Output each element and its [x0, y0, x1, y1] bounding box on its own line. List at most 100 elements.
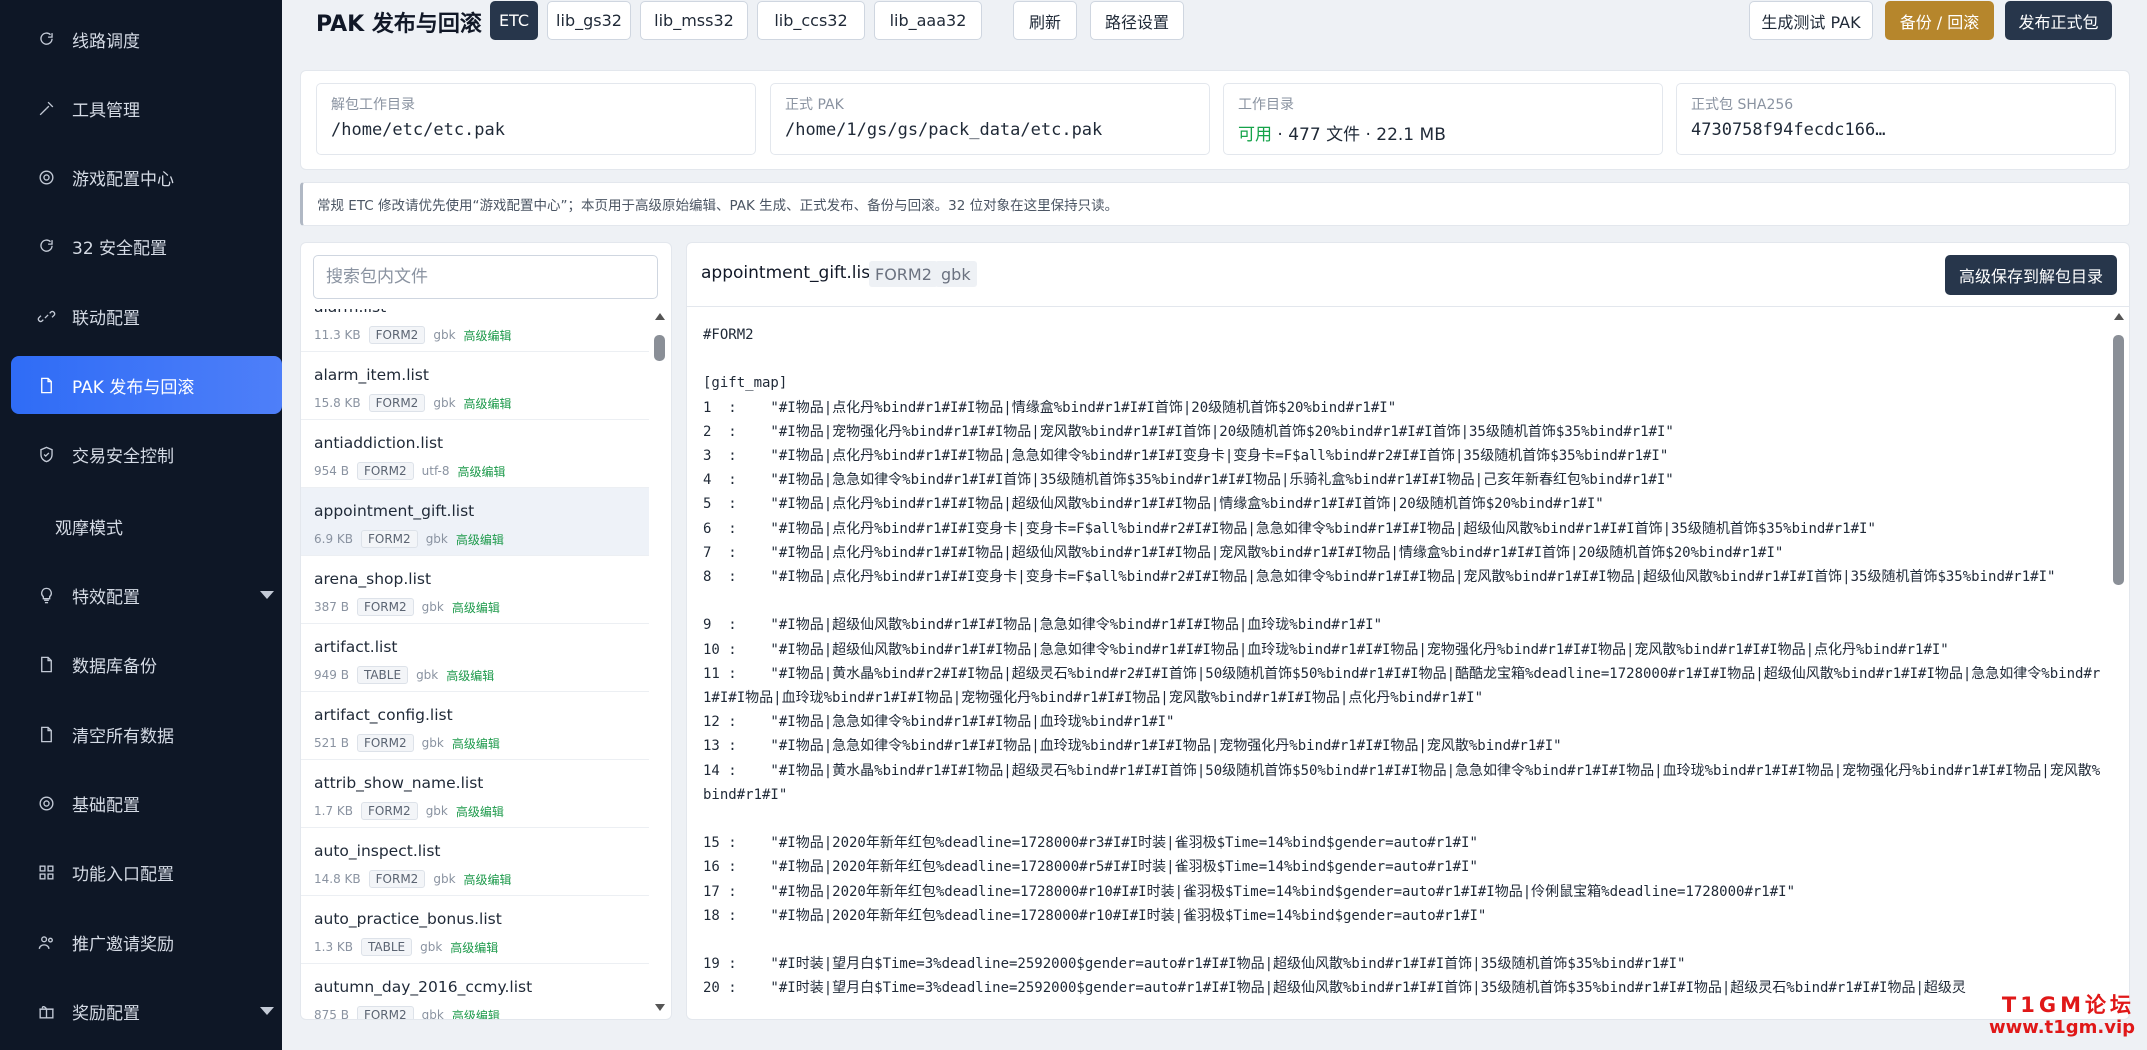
sidebar-item-2[interactable]: 游戏配置中心 [11, 148, 282, 206]
editor-header: appointment_gift.list FORM2 gbk 高级保存到解包目… [687, 243, 2129, 307]
file-name: autumn_day_2016_ccmy.list [314, 978, 533, 996]
file-search-input[interactable] [313, 255, 658, 299]
advanced-edit-link[interactable]: 高级编辑 [452, 735, 500, 752]
sidebar-item-12[interactable]: 功能入口配置 [11, 843, 282, 901]
sidebar-item-1[interactable]: 工具管理 [11, 79, 282, 137]
file-row[interactable]: attrib_show_name.list 1.7 KB FORM2 gbk 高级编辑 [301, 760, 649, 828]
file-list-panel: alarm.list11.3 KBFORM2gbk高级编辑alarm_item.… [300, 242, 672, 1020]
file-name: appointment_gift.list [314, 502, 475, 520]
file-format-badge: FORM2 [368, 394, 426, 412]
file-format-badge: FORM2 [356, 1006, 414, 1019]
advanced-edit-link[interactable]: 高级编辑 [464, 871, 512, 888]
sidebar-item-label: PAK 发布与回滚 [72, 377, 195, 398]
sidebar-item-10[interactable]: 清空所有数据 [11, 705, 282, 763]
file-encoding: gbk [433, 872, 456, 886]
file-row[interactable]: artifact.list 949 B TABLE gbk 高级编辑 [301, 624, 649, 692]
file-size: 15.8 KB [314, 396, 361, 410]
chevron-down-icon[interactable] [260, 1007, 274, 1015]
scroll-up-arrow-icon[interactable] [655, 313, 665, 320]
editor-scrollbar[interactable] [2113, 313, 2125, 1013]
link-icon [34, 304, 58, 328]
file-encoding: gbk [425, 804, 448, 818]
sidebar-item-label: 清空所有数据 [72, 726, 174, 747]
sidebar-item-7[interactable]: 观摩模式 [11, 497, 282, 555]
advanced-edit-link[interactable]: 高级编辑 [464, 327, 512, 344]
sidebar-item-label: 特效配置 [72, 587, 140, 608]
file-row[interactable]: alarm_item.list 15.8 KB FORM2 gbk 高级编辑 [301, 352, 649, 420]
file-encoding: gbk [421, 1008, 444, 1020]
sidebar-item-4[interactable]: 联动配置 [11, 287, 282, 345]
file-row[interactable]: antiaddiction.list 954 B FORM2 utf-8 高级编辑 [301, 420, 649, 488]
file-encoding: gbk [421, 600, 444, 614]
editor-scroll-up-icon[interactable] [2114, 313, 2124, 320]
bulb-icon [34, 583, 58, 607]
scroll-down-arrow-icon[interactable] [655, 1004, 665, 1011]
file-meta: 1.7 KB FORM2 gbk 高级编辑 [314, 802, 504, 820]
sidebar-item-8[interactable]: 特效配置 [11, 566, 282, 624]
build-test-pak-button[interactable]: 生成测试 PAK [1749, 1, 1873, 40]
file-format-badge: FORM2 [368, 326, 426, 344]
watermark: T1GM论坛 www.t1gm.vip [1989, 993, 2135, 1039]
sidebar-item-0[interactable]: 线路调度 [11, 10, 282, 68]
advanced-edit-link[interactable]: 高级编辑 [450, 939, 498, 956]
advanced-edit-link[interactable]: 高级编辑 [456, 531, 504, 548]
unpack-dir-card: 解包工作目录 /home/etc/etc.pak [316, 83, 756, 155]
sidebar-item-6[interactable]: 交易安全控制 [11, 425, 282, 483]
publish-button[interactable]: 发布正式包 [2005, 1, 2112, 40]
file-row[interactable]: artifact_config.list 521 B FORM2 gbk 高级编辑 [301, 692, 649, 760]
file-format-badge: FORM2 [368, 870, 426, 888]
file-row[interactable]: auto_practice_bonus.list 1.3 KB TABLE gbk 高级… [301, 896, 649, 964]
file-meta: 11.3 KB FORM2 gbk 高级编辑 [314, 326, 512, 344]
editor-scroll-thumb[interactable] [2113, 335, 2124, 585]
tab-lib-ccs32[interactable]: lib_ccs32 [757, 1, 865, 40]
sidebar-item-14[interactable]: 奖励配置 [11, 982, 282, 1040]
path-settings-button[interactable]: 路径设置 [1090, 1, 1184, 40]
file-row[interactable]: autumn_day_2016_ccmy.list 875 B FORM2 gbk 高级… [301, 964, 649, 1020]
refresh-icon [34, 27, 58, 51]
advanced-edit-link[interactable]: 高级编辑 [452, 599, 500, 616]
tab-lib-aaa32[interactable]: lib_aaa32 [874, 1, 982, 40]
file-encoding: gbk [433, 396, 456, 410]
page-title: PAK 发布与回滚 [316, 12, 482, 37]
sidebar-item-5[interactable]: PAK 发布与回滚 [11, 356, 282, 414]
formal-pak-label: 正式 PAK [785, 97, 844, 113]
code-editor[interactable]: #FORM2 [gift_map] 1 : "#I物品|点化丹%bind#r1#I… [703, 323, 2103, 1013]
sidebar-item-3[interactable]: 32 安全配置 [11, 217, 282, 275]
tab-lib-gs32[interactable]: lib_gs32 [547, 1, 631, 40]
advanced-edit-link[interactable]: 高级编辑 [446, 667, 494, 684]
file-meta: 875 B FORM2 gbk 高级编辑 [314, 1006, 500, 1020]
file-list-scrollbar[interactable] [654, 313, 666, 1011]
file-name: auto_practice_bonus.list [314, 910, 502, 928]
code-line: 5 : "#I物品|点化丹%bind#r1#I#I物品|超级仙风散%bind#r… [703, 496, 1604, 513]
encoding-tag: gbk [935, 261, 977, 287]
file-size: 875 B [314, 1008, 349, 1020]
file-row[interactable]: arena_shop.list 387 B FORM2 gbk 高级编辑 [301, 556, 649, 624]
advanced-save-button[interactable]: 高级保存到解包目录 [1945, 255, 2117, 295]
backup-rollback-button[interactable]: 备份 / 回滚 [1885, 1, 1994, 40]
advanced-edit-link[interactable]: 高级编辑 [464, 395, 512, 412]
file-meta: 6.9 KB FORM2 gbk 高级编辑 [314, 530, 504, 548]
workdir-status: 可用 [1238, 125, 1272, 145]
advanced-edit-link[interactable]: 高级编辑 [456, 803, 504, 820]
file-row[interactable]: alarm.list 11.3 KB FORM2 gbk 高级编辑 [301, 309, 649, 352]
file-size: 387 B [314, 600, 349, 614]
file-meta: 15.8 KB FORM2 gbk 高级编辑 [314, 394, 512, 412]
file-row[interactable]: appointment_gift.list 6.9 KB FORM2 gbk 高级编辑 [301, 488, 649, 556]
gear-icon [34, 791, 58, 815]
tab-lib-mss32[interactable]: lib_mss32 [640, 1, 748, 40]
advanced-edit-link[interactable]: 高级编辑 [457, 463, 505, 480]
chevron-down-icon[interactable] [260, 591, 274, 599]
file-format-badge: TABLE [356, 666, 409, 684]
sidebar-item-13[interactable]: 推广邀请奖励 [11, 913, 282, 971]
sidebar-item-9[interactable]: 数据库备份 [11, 635, 282, 693]
sidebar-item-label: 奖励配置 [72, 1003, 140, 1024]
sidebar-item-11[interactable]: 基础配置 [11, 774, 282, 832]
file-icon [34, 652, 58, 676]
code-line: 19 : "#I时装|望月白$Time=3%deadline=2592000$g… [703, 956, 1686, 973]
tab-etc[interactable]: ETC [490, 1, 538, 40]
file-row[interactable]: auto_inspect.list 14.8 KB FORM2 gbk 高级编辑 [301, 828, 649, 896]
file-size: 1.3 KB [314, 940, 353, 954]
advanced-edit-link[interactable]: 高级编辑 [452, 1007, 500, 1020]
refresh-button[interactable]: 刷新 [1013, 1, 1077, 40]
scroll-thumb[interactable] [654, 335, 665, 361]
